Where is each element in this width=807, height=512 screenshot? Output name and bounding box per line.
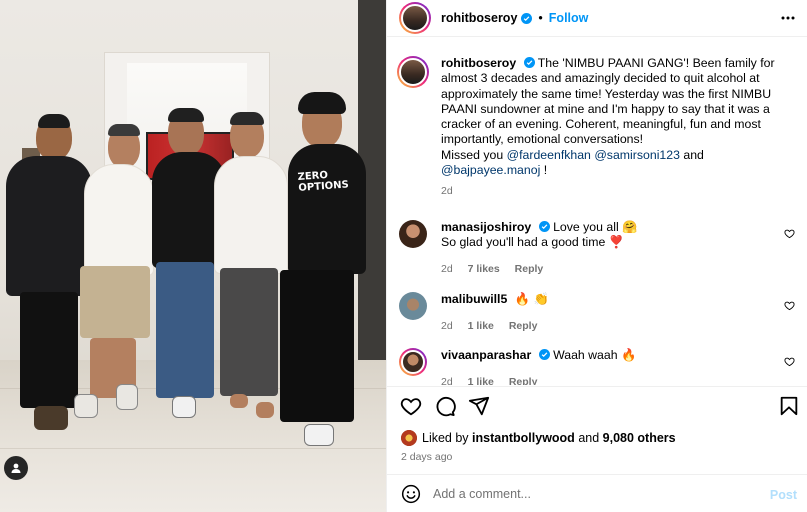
caption-username[interactable]: rohitboseroy [441, 56, 516, 70]
reply-button[interactable]: Reply [509, 376, 538, 385]
heart-icon[interactable] [784, 356, 795, 367]
comment-icon[interactable] [434, 395, 456, 417]
comment-timestamp[interactable]: 2d [441, 320, 453, 332]
verified-badge-icon [538, 221, 550, 232]
post-photo[interactable]: ZERO OPTIONS [0, 0, 386, 512]
comment-text: Love you all 🤗 [553, 220, 638, 234]
reply-button[interactable]: Reply [509, 320, 538, 332]
verified-badge-icon [538, 349, 550, 360]
comment-input[interactable] [433, 486, 753, 501]
caption-and: and [683, 147, 704, 162]
heart-icon[interactable] [400, 395, 422, 417]
likes-summary[interactable]: Liked by instantbollywood and 9,080 othe… [401, 430, 676, 446]
comment-timestamp[interactable]: 2d [441, 263, 453, 275]
bookmark-icon[interactable] [778, 395, 800, 417]
caption-timestamp[interactable]: 2d [441, 185, 453, 197]
likes-count[interactable]: 9,080 others [603, 431, 676, 445]
caption-avatar[interactable] [397, 56, 429, 88]
heart-icon[interactable] [784, 300, 795, 311]
share-icon[interactable] [468, 395, 490, 417]
commenter-avatar[interactable] [399, 348, 427, 376]
verified-badge-icon [523, 57, 535, 68]
user-tag-icon[interactable] [4, 456, 28, 480]
comment-likes-count[interactable]: 1 like [468, 376, 494, 385]
comment-item: manasijoshiroy Love you all 🤗 So glad yo… [399, 220, 799, 277]
commenter-username[interactable]: vivaanparashar [441, 348, 531, 362]
liker-avatar[interactable] [401, 430, 417, 446]
header-separator: • [538, 11, 543, 25]
commenter-avatar[interactable] [399, 292, 427, 320]
commenter-username[interactable]: malibuwill5 [441, 292, 507, 306]
comment-likes-count[interactable]: 7 likes [468, 263, 500, 275]
caption-missed-you: Missed you [441, 147, 504, 162]
emoji-icon[interactable] [401, 484, 421, 504]
post-header: rohitboseroy • Follow [387, 0, 807, 37]
verified-badge-icon [521, 12, 533, 24]
comments-list[interactable]: rohitboseroy The 'NIMBU PAANI GANG'! Bee… [387, 38, 807, 385]
author-username[interactable]: rohitboseroy [441, 11, 517, 25]
post-comment-button[interactable]: Post [770, 488, 797, 502]
photo-tshirt-print: ZERO OPTIONS [297, 169, 350, 194]
comment-text: So glad you'll had a good time ❣️ [441, 235, 625, 250]
follow-button[interactable]: Follow [549, 11, 589, 25]
post-actions: Liked by instantbollywood and 9,080 othe… [387, 386, 807, 474]
heart-icon[interactable] [784, 228, 795, 239]
comment-timestamp[interactable]: 2d [441, 376, 453, 385]
liker-username[interactable]: instantbollywood [472, 431, 575, 445]
author-avatar[interactable] [399, 2, 431, 34]
liked-by-joiner: and [578, 431, 600, 445]
post-timestamp[interactable]: 2 days ago [401, 451, 452, 463]
liked-by-prefix: Liked by [422, 431, 469, 445]
comment-item: malibuwill5 🔥 👏 2d 1 like Reply [399, 292, 799, 335]
comment-likes-count[interactable]: 1 like [468, 320, 494, 332]
comment-text: 🔥 👏 [514, 292, 549, 306]
comment-text: Waah waah 🔥 [553, 348, 637, 362]
commenter-avatar[interactable] [399, 220, 427, 248]
comment-item: vivaanparashar Waah waah 🔥 2d 1 like Rep… [399, 348, 799, 385]
mention-link[interactable]: @fardeenfkhan [507, 148, 591, 162]
mention-link[interactable]: @samirsoni123 [594, 148, 680, 162]
add-comment-bar: Post [387, 474, 807, 512]
reply-button[interactable]: Reply [515, 263, 544, 275]
more-horizontal-icon[interactable] [780, 10, 796, 26]
commenter-username[interactable]: manasijoshiroy [441, 220, 531, 234]
caption-end: ! [543, 163, 548, 178]
post-details-panel: rohitboseroy • Follow rohitboseroy The '… [386, 0, 807, 512]
caption: rohitboseroy The 'NIMBU PAANI GANG'! Bee… [397, 56, 799, 200]
mention-link[interactable]: @bajpayee.manoj [441, 163, 540, 177]
